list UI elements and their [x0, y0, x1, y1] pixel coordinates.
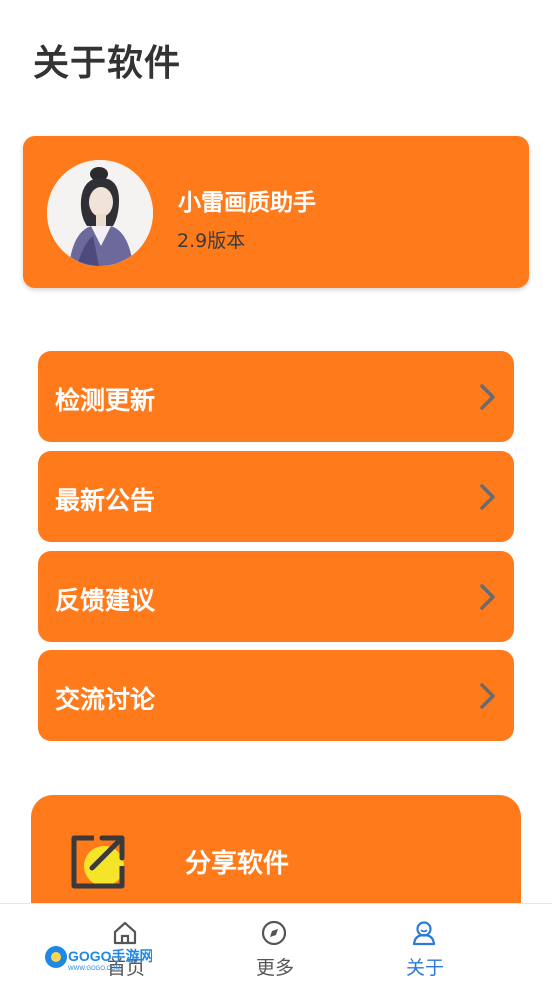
chevron-right-icon [480, 484, 495, 510]
chevron-right-icon [480, 584, 495, 610]
menu-item-label: 交流讨论 [55, 685, 156, 714]
page-title: 关于软件 [33, 43, 182, 84]
menu-item-check-update[interactable]: 检测更新 [38, 351, 514, 442]
tab-more[interactable]: 更多 [215, 904, 335, 982]
compass-icon [261, 920, 287, 946]
watermark-logo: GOGO手游网 WWW.GOGO.COM [44, 943, 154, 973]
app-name: 小雷画质助手 [178, 190, 316, 216]
svg-text:WWW.GOGO.COM: WWW.GOGO.COM [68, 966, 121, 972]
tab-label: 更多 [255, 957, 294, 979]
menu-item-label: 最新公告 [55, 486, 156, 515]
menu-item-feedback[interactable]: 反馈建议 [38, 551, 514, 642]
svg-text:GOGO手游网: GOGO手游网 [68, 948, 152, 964]
app-info-card: 小雷画质助手 2.9版本 [23, 136, 529, 288]
chevron-right-icon [480, 683, 495, 709]
tab-about[interactable]: 关于 [365, 904, 485, 982]
share-label: 分享软件 [185, 849, 290, 879]
menu-item-label: 反馈建议 [55, 586, 156, 615]
user-icon [412, 921, 436, 946]
tab-label: 关于 [405, 957, 444, 979]
menu-item-label: 检测更新 [55, 386, 156, 415]
app-avatar [47, 160, 153, 266]
share-icon [71, 835, 125, 889]
app-version: 2.9版本 [177, 230, 246, 252]
menu-item-discussion[interactable]: 交流讨论 [38, 650, 514, 741]
chevron-right-icon [480, 384, 495, 410]
menu-item-latest-notice[interactable]: 最新公告 [38, 451, 514, 542]
